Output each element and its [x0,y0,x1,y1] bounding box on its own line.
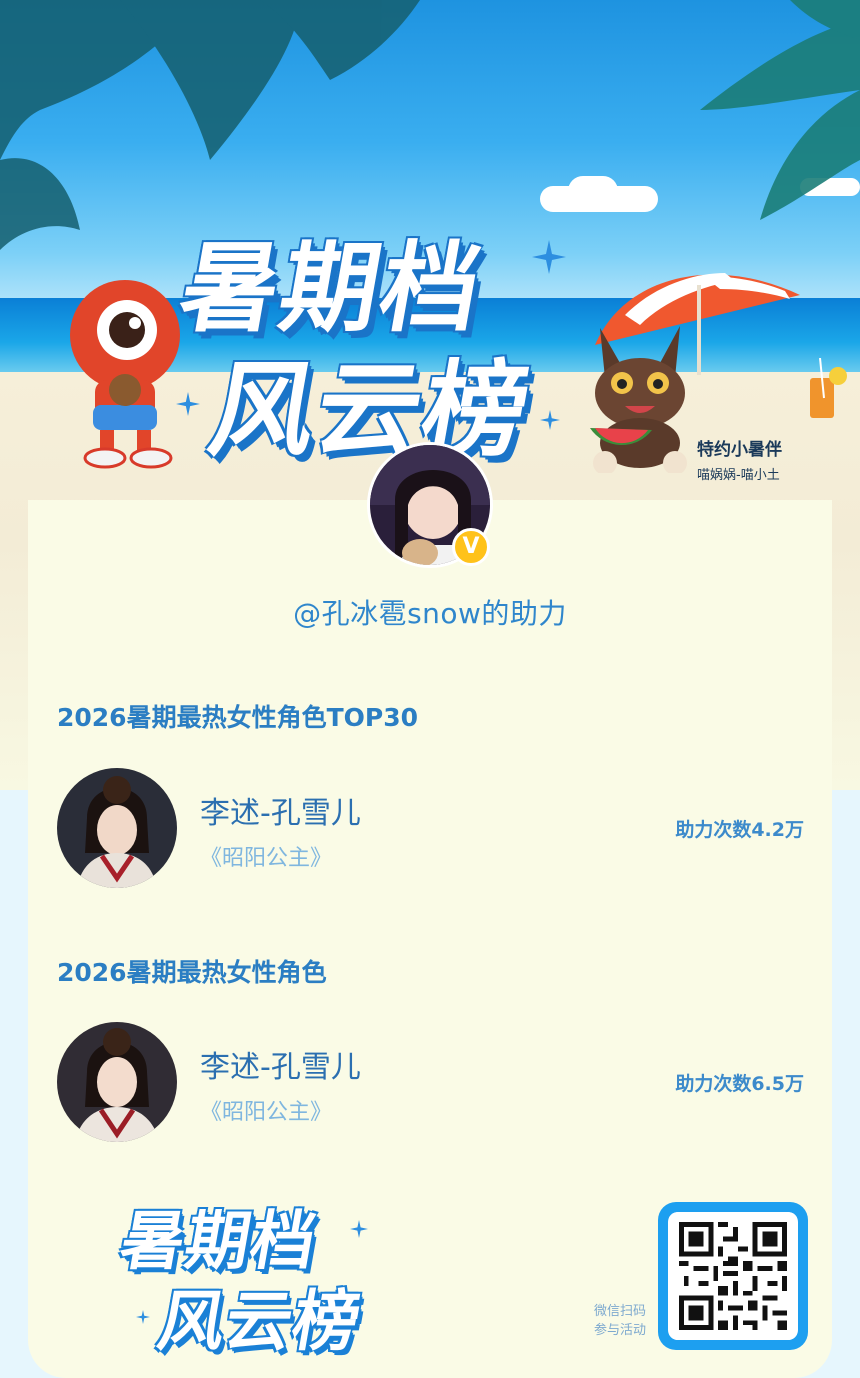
qr-caption: 微信扫码 参与活动 [584,1302,646,1340]
mascot-cat-icon [590,326,687,473]
support-count: 助力次数4.2万 [675,819,804,841]
palm-leaves-right [700,0,860,220]
qr-caption-line-1: 微信扫码 [593,1304,646,1319]
work-title: 《昭阳公主》 [200,1100,333,1125]
ranking-row[interactable]: 李述-孔雪儿 《昭阳公主》 助力次数4.2万 [57,768,817,888]
verified-badge-icon: V [452,528,490,566]
cloud [568,176,618,206]
event-title-logo: 暑期档 风云榜 [165,205,595,471]
user-handle: @孔冰雹snow的助力 [293,597,567,630]
work-title: 《昭阳公主》 [200,846,333,871]
footer-logo-line-2: 风云榜 [152,1283,367,1360]
section-title: 2026暑期最热女性角色TOP30 [57,703,418,732]
qr-caption-line-2: 参与活动 [593,1323,646,1338]
character-avatar [57,768,177,888]
footer-event-logo: 暑期档 风云榜 [112,1190,402,1360]
qr-code-image [668,1212,798,1340]
ranking-row[interactable]: 李述-孔雪儿 《昭阳公主》 助力次数6.5万 [57,1022,817,1142]
support-count: 助力次数6.5万 [675,1073,804,1095]
qr-code[interactable] [658,1202,808,1350]
character-name: 李述-孔雪儿 [200,796,361,831]
title-line-2: 风云榜 [200,349,541,471]
sponsor-names: 喵娲娲-喵小土 [697,468,780,483]
character-avatar [57,1022,177,1142]
sparkle-icon [350,1220,368,1238]
sparkle-icon [136,1310,150,1324]
character-name: 李述-孔雪儿 [200,1050,361,1085]
section-title: 2026暑期最热女性角色 [57,958,327,987]
sponsor-info: 特约小暑伴 喵娲娲-喵小土 [697,435,782,483]
sponsor-title: 特约小暑伴 [697,440,782,460]
drink-icon [810,358,847,418]
